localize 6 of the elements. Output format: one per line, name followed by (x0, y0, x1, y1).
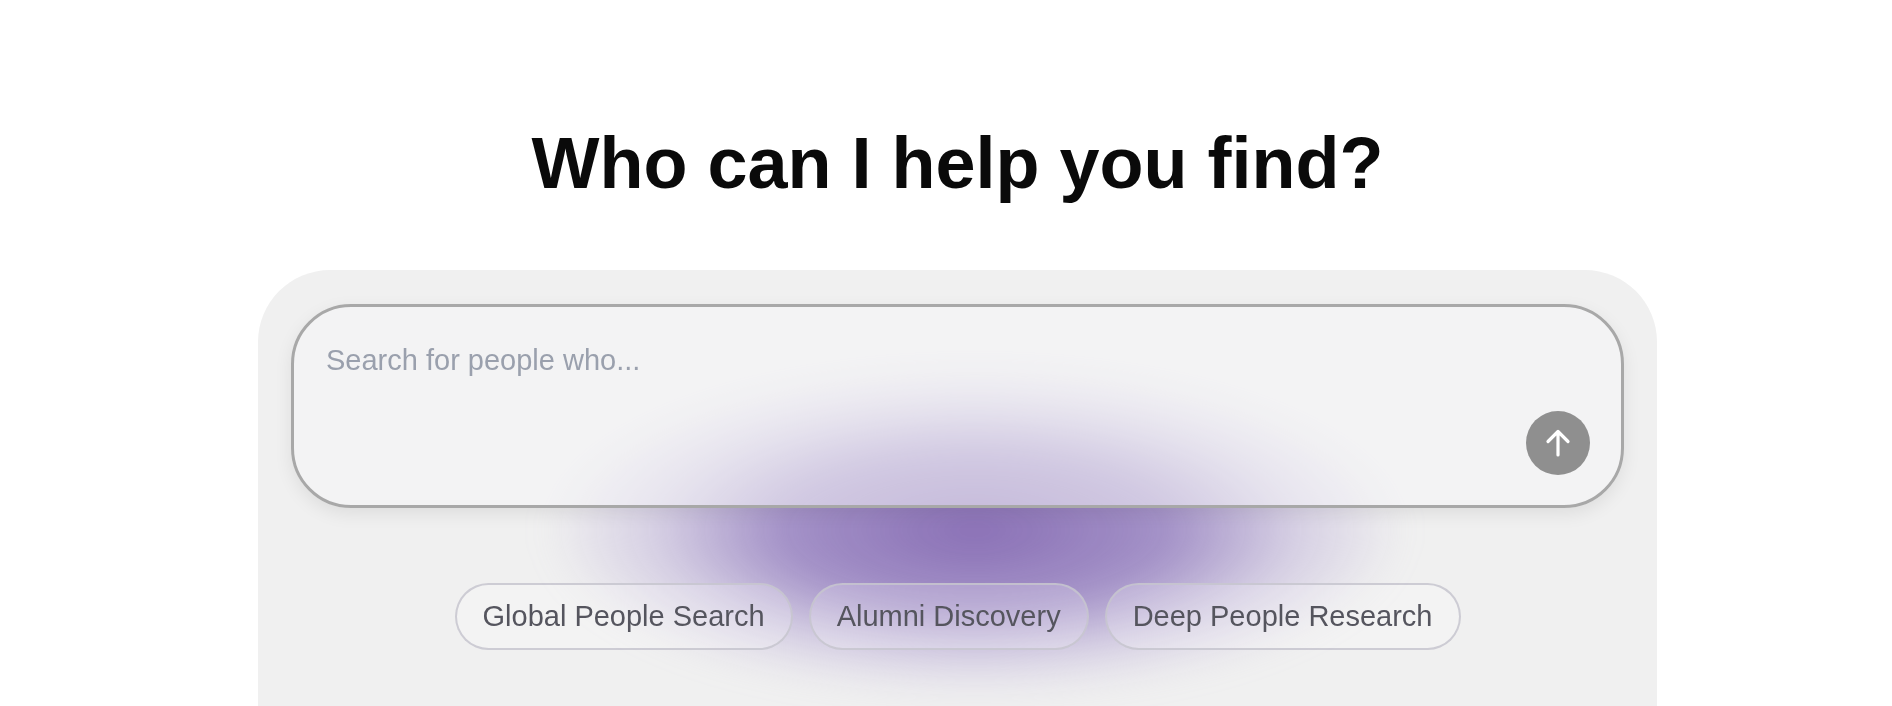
suggestion-button[interactable]: Alumni Discovery (808, 583, 1089, 651)
page-heading: Who can I help you find? (531, 122, 1384, 205)
suggestion-button[interactable]: Global People Search (454, 583, 793, 651)
arrow-up-icon (1543, 428, 1573, 459)
search-field[interactable]: Search for people who... (291, 304, 1624, 509)
suggestion-button[interactable]: Deep People Research (1104, 583, 1461, 651)
